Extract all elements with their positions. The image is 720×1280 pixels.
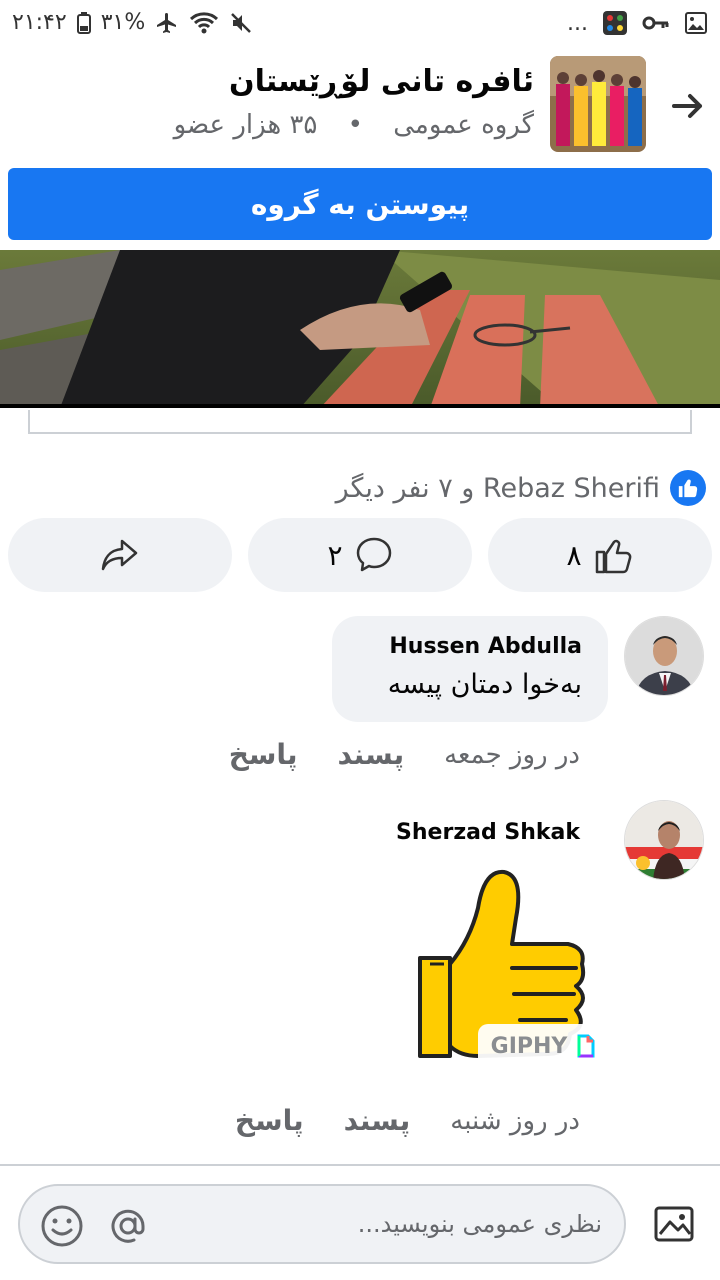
battery-icon [76, 11, 91, 34]
post-photo[interactable] [0, 250, 720, 408]
key-icon [642, 13, 670, 33]
meta-separator: • [347, 110, 363, 140]
app-icon [602, 10, 628, 36]
reaction-summary[interactable]: Rebaz Sherifi و ۷ نفر دیگر [336, 470, 706, 506]
giphy-badge: GIPHY [478, 1024, 608, 1068]
emoji-icon[interactable] [38, 1202, 86, 1250]
avatar[interactable] [624, 800, 704, 880]
comment-time[interactable]: در روز شنبه [450, 1106, 580, 1136]
comment-button[interactable]: ۲ [248, 518, 472, 592]
comment-reply-link[interactable]: پاسخ [229, 738, 298, 771]
more-icon: ... [567, 10, 588, 36]
post-actions: ۲ ۸ [8, 518, 712, 592]
wifi-icon [189, 11, 219, 35]
like-count: ۸ [566, 538, 582, 572]
reaction-text: Rebaz Sherifi و ۷ نفر دیگر [335, 472, 660, 504]
comment-reply-link[interactable]: پاسخ [235, 1104, 304, 1137]
like-reaction-icon [670, 470, 706, 506]
comment-meta: در روز شنبه پسند پاسخ [235, 1104, 580, 1137]
mention-icon[interactable] [104, 1202, 152, 1250]
group-header: ئافره تانی لۆڕێستان گروه عمومی • ۳۵ هزار… [0, 50, 720, 160]
giphy-label: GIPHY [490, 1033, 568, 1059]
comment-meta: در روز جمعه پسند پاسخ [229, 738, 580, 771]
comment-like-link[interactable]: پسند [337, 738, 404, 771]
comment-author[interactable]: Sherzad Shkak [396, 820, 580, 845]
status-right: ... [567, 10, 708, 36]
link-card-frame [28, 410, 692, 434]
comment-bubble[interactable]: Hussen Abdulla بەخوا دمتان پیسه [332, 616, 608, 722]
comment-composer[interactable] [18, 1184, 626, 1264]
group-title[interactable]: ئافره تانی لۆڕێستان [229, 64, 534, 99]
group-cover-thumbnail[interactable] [550, 56, 646, 152]
giphy-logo-icon [577, 1034, 595, 1058]
group-meta: گروه عمومی • ۳۵ هزار عضو [174, 110, 534, 140]
status-left: ۲۱:۴۲ ۳۱% [12, 10, 253, 35]
clock: ۲۱:۴۲ [12, 10, 67, 35]
mute-icon [229, 11, 253, 35]
group-member-count: ۳۵ هزار عضو [173, 110, 318, 140]
comment-input[interactable] [302, 1206, 602, 1242]
composer-divider [0, 1164, 720, 1166]
comment-time[interactable]: در روز جمعه [444, 740, 580, 770]
group-type: گروه عمومی [393, 110, 534, 140]
join-group-button[interactable]: پیوستن به گروه [8, 168, 712, 240]
share-button[interactable] [8, 518, 232, 592]
gallery-icon [654, 1206, 694, 1242]
like-button[interactable]: ۸ [488, 518, 712, 592]
back-button[interactable] [666, 84, 710, 128]
comment-icon [356, 537, 391, 572]
share-icon [101, 539, 138, 571]
image-icon [684, 11, 708, 35]
arrow-right-icon [672, 94, 702, 118]
thumbs-up-icon [595, 539, 631, 574]
comment-text: بەخوا دمتان پیسه [387, 669, 582, 700]
comment-author[interactable]: Hussen Abdulla [358, 634, 582, 659]
avatar[interactable] [624, 616, 704, 696]
comment-count: ۲ [327, 538, 343, 572]
airplane-icon [155, 11, 179, 35]
comment-like-link[interactable]: پسند [344, 1104, 411, 1137]
status-bar: ۲۱:۴۲ ۳۱% ... [0, 0, 720, 50]
photo-gallery-button[interactable] [646, 1196, 702, 1252]
battery-percent: ۳۱% [100, 10, 146, 35]
